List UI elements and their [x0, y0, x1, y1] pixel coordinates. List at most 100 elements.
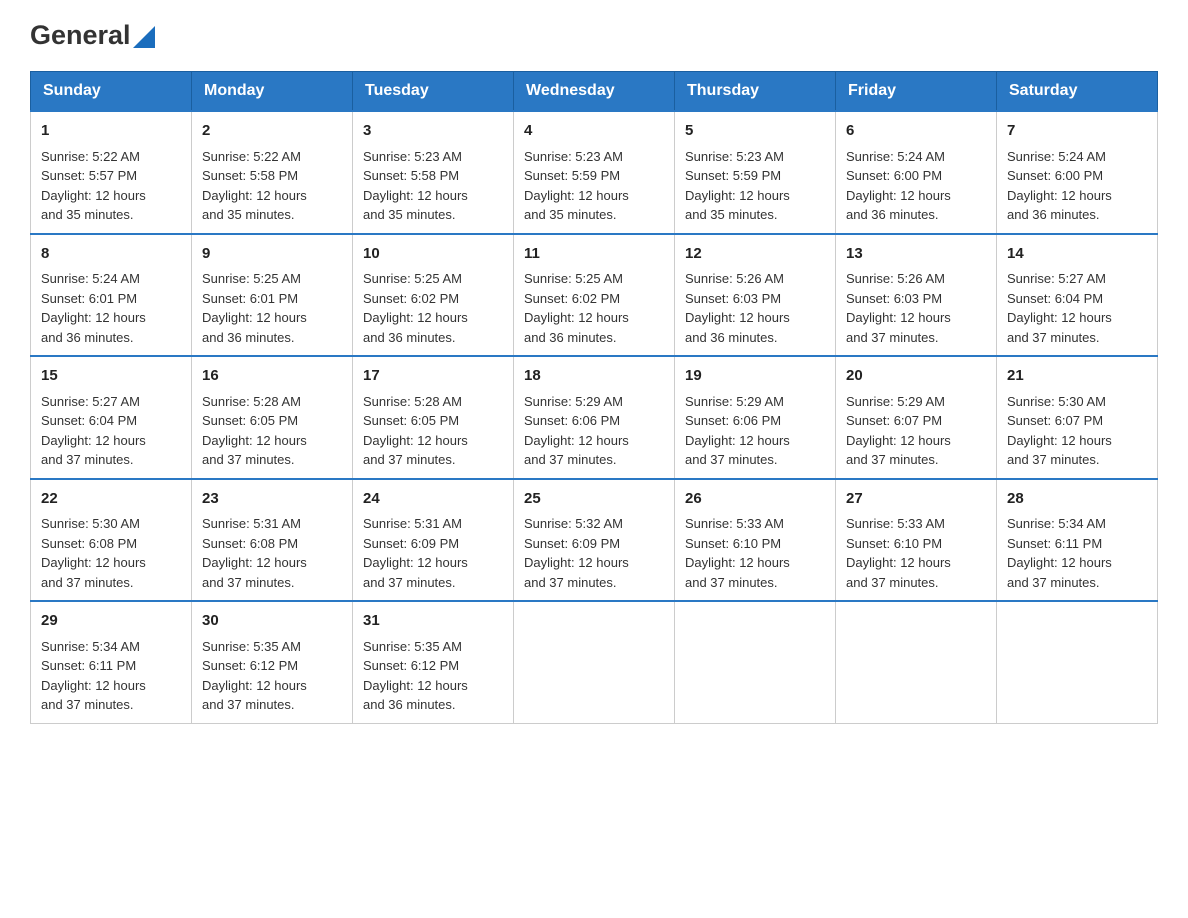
- sunrise-label: Sunrise: 5:23 AM: [685, 149, 784, 164]
- calendar-cell: 25 Sunrise: 5:32 AM Sunset: 6:09 PM Dayl…: [514, 479, 675, 602]
- daylight-label: Daylight: 12 hours: [363, 188, 468, 203]
- sunrise-label: Sunrise: 5:35 AM: [202, 639, 301, 654]
- day-number: 31: [363, 610, 503, 633]
- sunset-label: Sunset: 6:03 PM: [846, 291, 942, 306]
- column-header-friday: Friday: [836, 72, 997, 112]
- daylight-label: Daylight: 12 hours: [41, 678, 146, 693]
- day-number: 12: [685, 243, 825, 266]
- calendar-week-row: 1 Sunrise: 5:22 AM Sunset: 5:57 PM Dayli…: [31, 111, 1158, 234]
- sunset-label: Sunset: 6:05 PM: [363, 413, 459, 428]
- calendar-cell: 12 Sunrise: 5:26 AM Sunset: 6:03 PM Dayl…: [675, 234, 836, 357]
- calendar-cell: 27 Sunrise: 5:33 AM Sunset: 6:10 PM Dayl…: [836, 479, 997, 602]
- sunrise-label: Sunrise: 5:26 AM: [685, 271, 784, 286]
- sunrise-label: Sunrise: 5:26 AM: [846, 271, 945, 286]
- calendar-cell: 24 Sunrise: 5:31 AM Sunset: 6:09 PM Dayl…: [353, 479, 514, 602]
- daylight-label: Daylight: 12 hours: [41, 555, 146, 570]
- sunrise-label: Sunrise: 5:30 AM: [41, 516, 140, 531]
- calendar-cell: 23 Sunrise: 5:31 AM Sunset: 6:08 PM Dayl…: [192, 479, 353, 602]
- calendar-cell: 31 Sunrise: 5:35 AM Sunset: 6:12 PM Dayl…: [353, 601, 514, 723]
- daylight-label: Daylight: 12 hours: [846, 555, 951, 570]
- sunset-label: Sunset: 6:08 PM: [202, 536, 298, 551]
- daylight-minutes: and 37 minutes.: [1007, 575, 1100, 590]
- sunset-label: Sunset: 5:59 PM: [524, 168, 620, 183]
- daylight-label: Daylight: 12 hours: [685, 555, 790, 570]
- day-number: 7: [1007, 120, 1147, 143]
- page-header: General: [30, 20, 1158, 51]
- calendar-cell: 13 Sunrise: 5:26 AM Sunset: 6:03 PM Dayl…: [836, 234, 997, 357]
- daylight-minutes: and 37 minutes.: [1007, 330, 1100, 345]
- day-number: 11: [524, 243, 664, 266]
- calendar-header-row: SundayMondayTuesdayWednesdayThursdayFrid…: [31, 72, 1158, 112]
- column-header-sunday: Sunday: [31, 72, 192, 112]
- daylight-minutes: and 37 minutes.: [524, 452, 617, 467]
- calendar-cell: 30 Sunrise: 5:35 AM Sunset: 6:12 PM Dayl…: [192, 601, 353, 723]
- calendar-cell: 28 Sunrise: 5:34 AM Sunset: 6:11 PM Dayl…: [997, 479, 1158, 602]
- calendar-cell: 6 Sunrise: 5:24 AM Sunset: 6:00 PM Dayli…: [836, 111, 997, 234]
- calendar-cell: [836, 601, 997, 723]
- daylight-minutes: and 37 minutes.: [846, 575, 939, 590]
- day-number: 18: [524, 365, 664, 388]
- calendar-cell: 20 Sunrise: 5:29 AM Sunset: 6:07 PM Dayl…: [836, 356, 997, 479]
- sunset-label: Sunset: 5:58 PM: [363, 168, 459, 183]
- column-header-wednesday: Wednesday: [514, 72, 675, 112]
- calendar-cell: 17 Sunrise: 5:28 AM Sunset: 6:05 PM Dayl…: [353, 356, 514, 479]
- sunrise-label: Sunrise: 5:31 AM: [202, 516, 301, 531]
- daylight-label: Daylight: 12 hours: [1007, 555, 1112, 570]
- daylight-minutes: and 36 minutes.: [202, 330, 295, 345]
- calendar-cell: 2 Sunrise: 5:22 AM Sunset: 5:58 PM Dayli…: [192, 111, 353, 234]
- calendar-table: SundayMondayTuesdayWednesdayThursdayFrid…: [30, 71, 1158, 724]
- daylight-label: Daylight: 12 hours: [524, 188, 629, 203]
- calendar-cell: 8 Sunrise: 5:24 AM Sunset: 6:01 PM Dayli…: [31, 234, 192, 357]
- daylight-minutes: and 35 minutes.: [685, 207, 778, 222]
- daylight-label: Daylight: 12 hours: [202, 310, 307, 325]
- day-number: 15: [41, 365, 181, 388]
- logo-general-text: General: [30, 20, 131, 51]
- sunset-label: Sunset: 6:07 PM: [846, 413, 942, 428]
- daylight-minutes: and 37 minutes.: [1007, 452, 1100, 467]
- daylight-label: Daylight: 12 hours: [202, 188, 307, 203]
- calendar-cell: 21 Sunrise: 5:30 AM Sunset: 6:07 PM Dayl…: [997, 356, 1158, 479]
- sunset-label: Sunset: 6:02 PM: [363, 291, 459, 306]
- sunset-label: Sunset: 6:04 PM: [1007, 291, 1103, 306]
- day-number: 23: [202, 488, 342, 511]
- daylight-minutes: and 35 minutes.: [524, 207, 617, 222]
- sunset-label: Sunset: 6:09 PM: [524, 536, 620, 551]
- sunrise-label: Sunrise: 5:25 AM: [524, 271, 623, 286]
- day-number: 2: [202, 120, 342, 143]
- day-number: 30: [202, 610, 342, 633]
- sunset-label: Sunset: 6:11 PM: [41, 658, 136, 673]
- daylight-label: Daylight: 12 hours: [363, 433, 468, 448]
- daylight-minutes: and 37 minutes.: [685, 575, 778, 590]
- calendar-cell: 4 Sunrise: 5:23 AM Sunset: 5:59 PM Dayli…: [514, 111, 675, 234]
- sunrise-label: Sunrise: 5:27 AM: [41, 394, 140, 409]
- daylight-minutes: and 37 minutes.: [363, 575, 456, 590]
- day-number: 21: [1007, 365, 1147, 388]
- calendar-cell: 10 Sunrise: 5:25 AM Sunset: 6:02 PM Dayl…: [353, 234, 514, 357]
- calendar-cell: 18 Sunrise: 5:29 AM Sunset: 6:06 PM Dayl…: [514, 356, 675, 479]
- daylight-label: Daylight: 12 hours: [41, 433, 146, 448]
- sunset-label: Sunset: 5:57 PM: [41, 168, 137, 183]
- sunrise-label: Sunrise: 5:34 AM: [1007, 516, 1106, 531]
- sunset-label: Sunset: 5:58 PM: [202, 168, 298, 183]
- daylight-minutes: and 37 minutes.: [846, 330, 939, 345]
- sunset-label: Sunset: 6:08 PM: [41, 536, 137, 551]
- day-number: 26: [685, 488, 825, 511]
- sunset-label: Sunset: 6:05 PM: [202, 413, 298, 428]
- daylight-minutes: and 37 minutes.: [685, 452, 778, 467]
- calendar-cell: 3 Sunrise: 5:23 AM Sunset: 5:58 PM Dayli…: [353, 111, 514, 234]
- daylight-label: Daylight: 12 hours: [363, 310, 468, 325]
- sunrise-label: Sunrise: 5:29 AM: [685, 394, 784, 409]
- sunset-label: Sunset: 6:11 PM: [1007, 536, 1102, 551]
- sunrise-label: Sunrise: 5:28 AM: [363, 394, 462, 409]
- sunrise-label: Sunrise: 5:22 AM: [41, 149, 140, 164]
- daylight-minutes: and 37 minutes.: [41, 452, 134, 467]
- sunrise-label: Sunrise: 5:23 AM: [524, 149, 623, 164]
- daylight-label: Daylight: 12 hours: [202, 433, 307, 448]
- daylight-minutes: and 37 minutes.: [846, 452, 939, 467]
- column-header-thursday: Thursday: [675, 72, 836, 112]
- daylight-label: Daylight: 12 hours: [202, 678, 307, 693]
- sunrise-label: Sunrise: 5:35 AM: [363, 639, 462, 654]
- sunset-label: Sunset: 6:00 PM: [1007, 168, 1103, 183]
- day-number: 10: [363, 243, 503, 266]
- daylight-label: Daylight: 12 hours: [1007, 188, 1112, 203]
